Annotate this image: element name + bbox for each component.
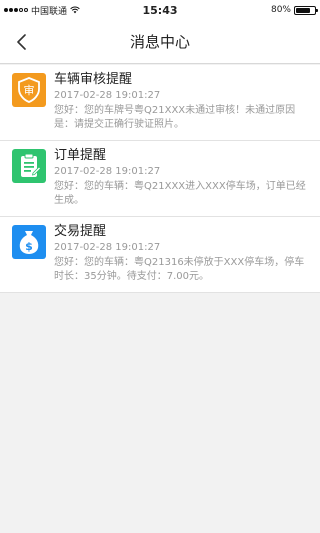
money-bag-icon: $ — [12, 225, 46, 259]
battery-percent: 80% — [270, 5, 291, 15]
message-body: 您好：您的车辆：粤Q21316未停放于XXX停车场，停车时长：35分钟。待支付：… — [54, 257, 305, 282]
back-button[interactable] — [8, 28, 36, 56]
chevron-left-icon — [17, 34, 26, 50]
message-time: 2017-02-28 19:01:27 — [54, 90, 161, 101]
audit-shield-icon: 审 — [12, 73, 46, 107]
order-clipboard-icon — [12, 149, 46, 183]
battery-indicator: 80% — [270, 0, 318, 20]
message-body: 您好：您的车牌号粤Q21XXX未通过审核！未通过原因是：请提交正确行驶证照片。 — [54, 105, 296, 130]
svg-text:审: 审 — [24, 83, 35, 97]
message-title: 交易提醒 — [54, 224, 107, 239]
message-item[interactable]: 审 车辆审核提醒 2017-02-28 19:01:27 您好：您的车牌号粤Q2… — [0, 65, 320, 141]
message-body: 您好：您的车辆：粤Q21XXX进入XXX停车场，订单已经生成。 — [54, 181, 306, 206]
message-time: 2017-02-28 19:01:27 — [54, 166, 161, 177]
message-time: 2017-02-28 19:01:27 — [54, 242, 161, 253]
svg-text:$: $ — [25, 240, 33, 253]
message-list: 审 车辆审核提醒 2017-02-28 19:01:27 您好：您的车牌号粤Q2… — [0, 65, 320, 293]
message-item[interactable]: $ 交易提醒 2017-02-28 19:01:27 您好：您的车辆：粤Q213… — [0, 217, 320, 293]
battery-level — [296, 7, 311, 13]
message-item[interactable]: 订单提醒 2017-02-28 19:01:27 您好：您的车辆：粤Q21XXX… — [0, 141, 320, 217]
message-title: 订单提醒 — [54, 148, 107, 163]
battery-icon — [294, 5, 318, 15]
status-bar: 中国联通 15:43 80% — [0, 0, 320, 20]
page-title: 消息中心 — [129, 33, 190, 51]
navigation-bar: 消息中心 — [0, 20, 320, 64]
message-title: 车辆审核提醒 — [54, 72, 133, 87]
